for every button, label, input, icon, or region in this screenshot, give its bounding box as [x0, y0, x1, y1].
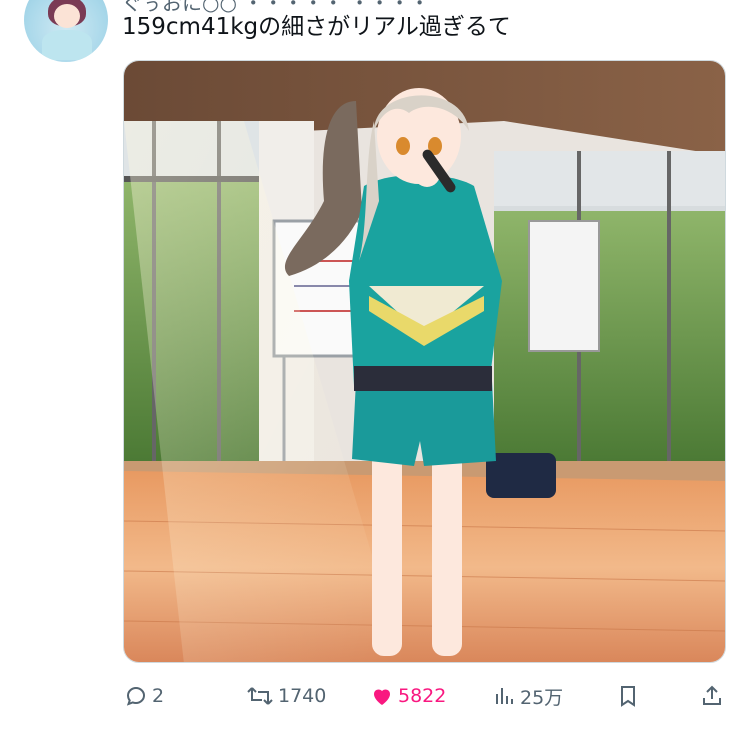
heart-icon [370, 684, 394, 708]
like-button[interactable]: 5822 [370, 676, 446, 716]
retweet-count: 1740 [278, 685, 327, 707]
author-avatar[interactable] [24, 0, 108, 62]
avatar-body [42, 30, 92, 60]
share-button[interactable] [700, 676, 724, 716]
bookmark-icon [617, 684, 639, 708]
retweet-button[interactable]: 1740 [246, 676, 326, 716]
reply-count: 2 [152, 685, 165, 707]
anime-girl-image [124, 61, 725, 662]
views-button[interactable]: 25万 [494, 676, 563, 716]
reply-icon [124, 684, 148, 708]
reply-button[interactable]: 2 [124, 676, 164, 716]
bookmark-button[interactable] [617, 676, 639, 716]
tweet-media[interactable] [123, 60, 726, 663]
avatar-face [54, 4, 80, 28]
views-icon [494, 684, 516, 708]
retweet-icon [246, 684, 274, 708]
tweet-text: 159cm41kgの細さがリアル過ぎるて [122, 14, 511, 40]
like-count: 5822 [398, 685, 447, 707]
views-count: 25万 [520, 686, 564, 709]
share-icon [700, 684, 724, 708]
tweet-actions: 2 1740 5822 25万 [0, 676, 750, 716]
